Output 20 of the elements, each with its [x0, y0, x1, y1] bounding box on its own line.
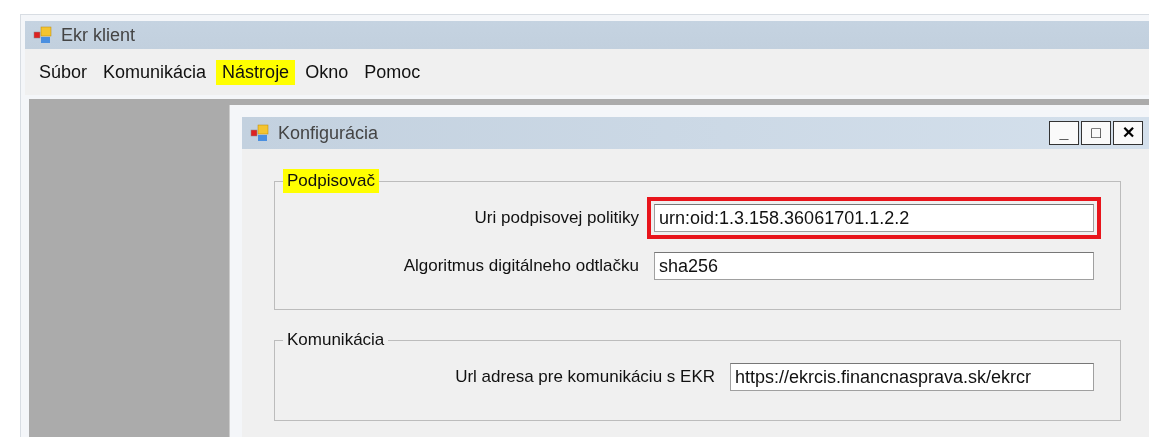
menu-item[interactable]: Súbor: [33, 59, 94, 85]
field-label: Algoritmus digitálneho odtlačku: [403, 256, 639, 276]
dialog-title: Konfigurácia: [278, 122, 379, 144]
window-control-button[interactable]: _: [1049, 121, 1079, 145]
menu-item[interactable]: Komunikácia: [97, 59, 213, 85]
menu-item[interactable]: Nástroje: [216, 59, 296, 85]
window-control-button[interactable]: ✕: [1113, 121, 1143, 145]
group-title: Podpisovač: [283, 169, 379, 193]
text-field[interactable]: https://ekrcis.financnasprava.sk/ekrcr: [730, 363, 1094, 391]
field-label: Url adresa pre komunikáciu s EKR: [455, 367, 715, 387]
field-label: Uri podpisovej politiky: [474, 208, 639, 228]
menu-item[interactable]: Pomoc: [358, 59, 427, 85]
text-field[interactable]: urn:oid:1.3.158.36061701.1.2.2: [654, 204, 1094, 232]
window-title: Ekr klient: [61, 24, 136, 46]
group-title: Komunikácia: [286, 329, 386, 351]
app-icon: [33, 26, 53, 44]
window-control-button[interactable]: □: [1081, 121, 1111, 145]
app-icon: [250, 124, 270, 142]
menu-item[interactable]: Okno: [299, 59, 355, 85]
text-field[interactable]: sha256: [654, 252, 1094, 280]
